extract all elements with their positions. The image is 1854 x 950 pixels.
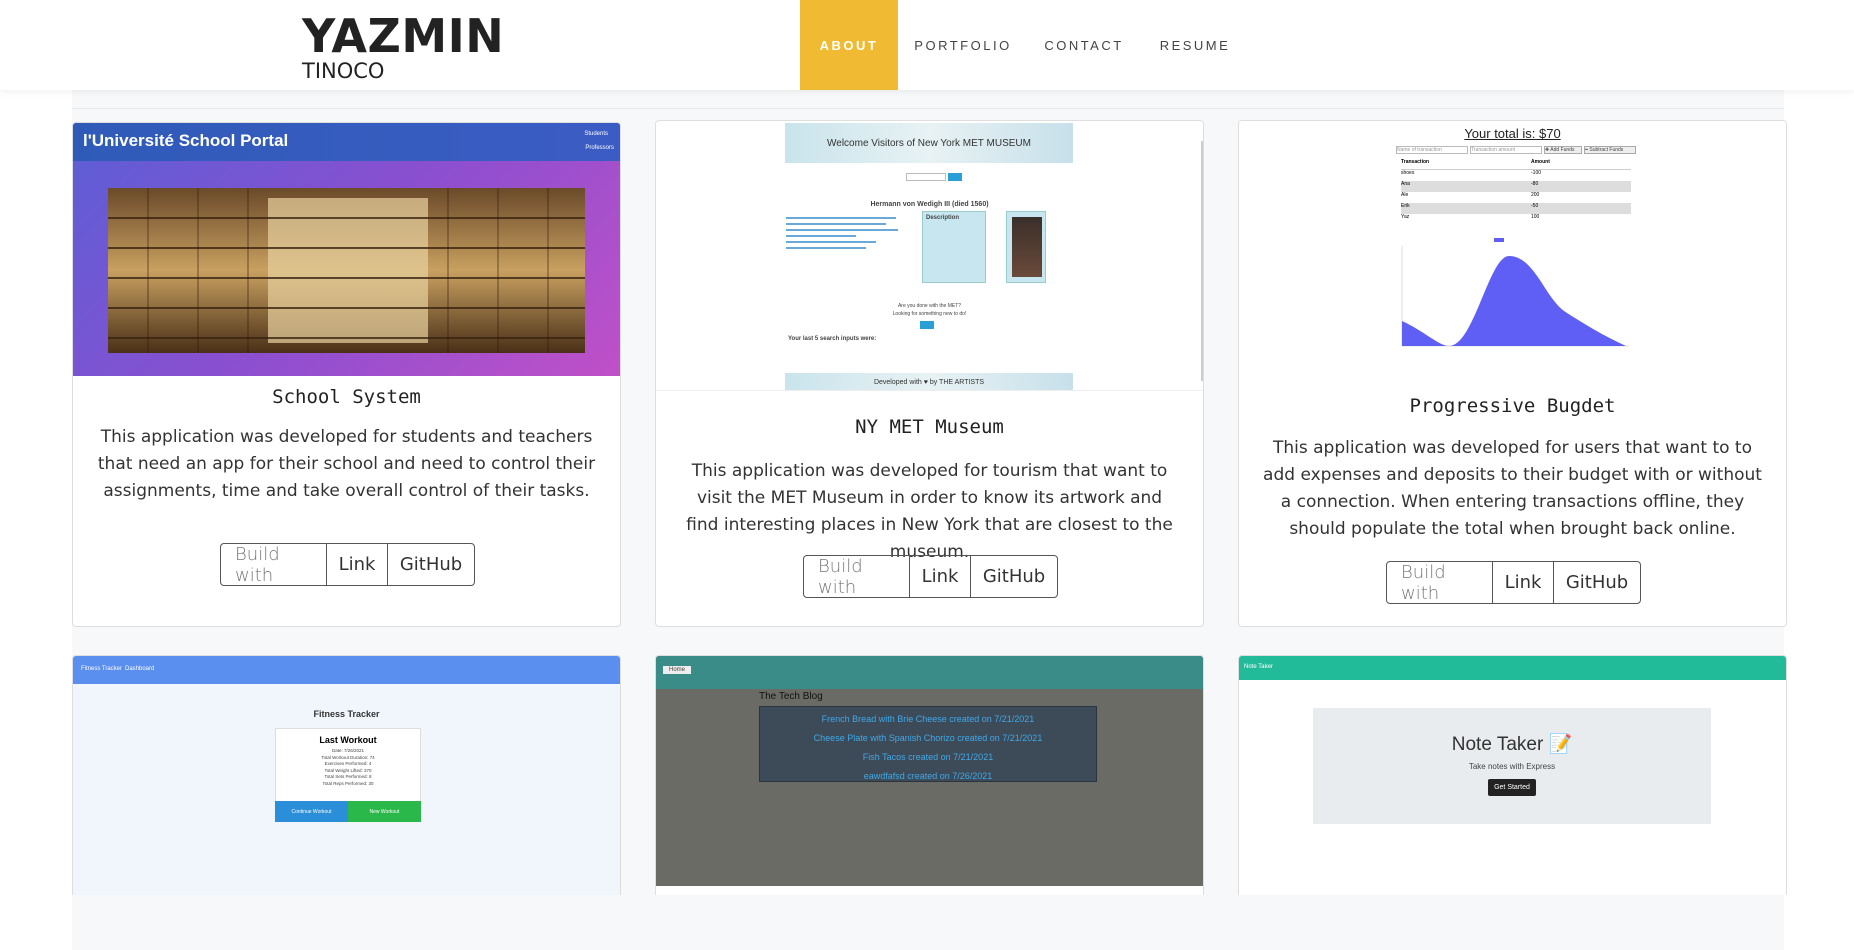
project-screenshot[interactable]: Note Taker Note Taker 📝 Take notes with … xyxy=(1239,656,1786,895)
met-description-box: Description xyxy=(922,211,986,283)
project-screenshot[interactable]: l'Université School Portal Students Prof… xyxy=(73,123,620,376)
brand-logo[interactable]: YAZMIN TINOCO xyxy=(302,12,504,82)
table-row: shoes -100 xyxy=(1401,170,1542,176)
nav-item-portfolio[interactable]: PORTFOLIO xyxy=(898,0,1028,90)
project-card-tech-blog: Home The Tech Blog French Bread with Bri… xyxy=(655,655,1204,895)
table-row: Erik -50 xyxy=(1401,203,1631,214)
project-screenshot[interactable]: Your total is: $70 Name of transaction T… xyxy=(1239,121,1786,356)
blog-post: French Bread with Brie Cheese created on… xyxy=(821,714,1035,724)
note-subtitle: Take notes with Express xyxy=(1468,762,1556,771)
nav-item-contact[interactable]: CONTACT xyxy=(1028,0,1140,90)
blog-home-link: Home xyxy=(663,666,692,674)
budget-name-input: Name of transaction xyxy=(1396,146,1468,154)
budget-table: Transaction Amount shoes -100 Ana -80 Ale 2… xyxy=(1401,159,1631,225)
project-description: This application was developed for stude… xyxy=(97,427,596,501)
project-card-met-museum: Welcome Visitors of New York MET MUSEUM … xyxy=(655,120,1204,627)
blog-post: eawdfafsd created on 7/26/2021 xyxy=(863,771,993,781)
project-title: School System xyxy=(272,386,421,408)
budget-amount-input: Transaction amount xyxy=(1470,146,1542,154)
build-with-button[interactable]: Build with xyxy=(804,556,910,597)
met-link-list xyxy=(786,213,906,273)
met-portrait-frame xyxy=(1006,211,1046,283)
project-button-group: Build with Link GitHub xyxy=(220,543,475,586)
met-banner: Welcome Visitors of New York MET MUSEUM xyxy=(785,123,1073,163)
met-history-label: Your last 5 search inputs were: xyxy=(788,336,877,342)
project-card-note-taker: Note Taker Note Taker 📝 Take notes with … xyxy=(1238,655,1787,895)
link-button[interactable]: Link xyxy=(1493,562,1554,603)
fitness-continue-button: Continue Workout xyxy=(275,801,348,822)
met-scrollbar xyxy=(1201,141,1203,381)
github-button[interactable]: GitHub xyxy=(1554,562,1640,603)
note-jumbotron: Note Taker 📝 Take notes with Express Get… xyxy=(1313,708,1711,824)
met-search-button xyxy=(948,173,962,181)
project-card-school-system: l'Université School Portal Students Prof… xyxy=(72,122,621,627)
note-get-started-button: Get Started xyxy=(1488,779,1536,796)
blog-navbar: Home xyxy=(656,656,1203,689)
project-card-fitness-tracker: Fitness Tracker Dashboard Fitness Tracke… xyxy=(72,655,621,895)
screenshot-header: l'Université School Portal Students Prof… xyxy=(73,123,620,161)
met-portrait xyxy=(1012,217,1042,277)
library-image xyxy=(108,188,585,353)
met-looking-text: Looking for something new to do! xyxy=(892,311,967,317)
project-title: Progressive Bugdet xyxy=(1409,395,1616,417)
link-button[interactable]: Link xyxy=(910,556,971,597)
budget-chart xyxy=(1401,238,1629,347)
build-with-button[interactable]: Build with xyxy=(1387,562,1493,603)
project-screenshot[interactable]: Fitness Tracker Dashboard Fitness Tracke… xyxy=(73,656,620,895)
screenshot-header-title: l'Université School Portal xyxy=(83,131,289,150)
met-artwork-title: Hermann von Wedigh III (died 1560) xyxy=(870,201,989,208)
screenshot-menu-professors: Professors xyxy=(585,145,614,151)
main-nav: ABOUT PORTFOLIO CONTACT RESUME xyxy=(800,0,1250,90)
budget-table-header: Transaction Amount xyxy=(1401,159,1631,170)
nav-item-about[interactable]: ABOUT xyxy=(800,0,898,90)
met-done-text: Are you done with the MET? xyxy=(897,303,962,309)
fitness-new-button: New Workout xyxy=(348,801,421,822)
github-button[interactable]: GitHub xyxy=(388,544,474,585)
project-button-group: Build with Link GitHub xyxy=(1386,561,1641,604)
project-screenshot[interactable]: Welcome Visitors of New York MET MUSEUM … xyxy=(656,121,1203,391)
nav-item-resume[interactable]: RESUME xyxy=(1140,0,1250,90)
table-row: Ale 200 xyxy=(1401,192,1540,198)
brand-last-name: TINOCO xyxy=(302,59,385,83)
table-row: Ana -80 xyxy=(1401,181,1631,192)
divider xyxy=(72,108,1784,109)
budget-subtract-button: ━ Subtract Funds xyxy=(1584,146,1636,154)
budget-total: Your total is: $70 xyxy=(1464,126,1561,141)
blog-post: Fish Tacos created on 7/21/2021 xyxy=(862,752,994,762)
fitness-title: Fitness Tracker xyxy=(313,709,380,719)
project-title: NY MET Museum xyxy=(855,416,1004,438)
project-description: This application was developed for touri… xyxy=(686,461,1173,562)
budget-add-button: ✚ Add Funds xyxy=(1544,146,1582,154)
note-title: Note Taker 📝 xyxy=(1451,734,1573,755)
blog-post: Cheese Plate with Spanish Chorizo create… xyxy=(813,733,1043,743)
brand-first-name: YAZMIN xyxy=(302,9,505,63)
blog-title: The Tech Blog xyxy=(759,691,823,702)
met-go-button xyxy=(920,321,934,329)
project-card-budget: Your total is: $70 Name of transaction T… xyxy=(1238,120,1787,627)
table-row: Yaz 100 xyxy=(1401,214,1540,220)
navbar: YAZMIN TINOCO ABOUT PORTFOLIO CONTACT RE… xyxy=(0,0,1854,90)
fitness-navbar: Fitness Tracker Dashboard xyxy=(73,656,620,684)
note-navbar: Note Taker xyxy=(1239,656,1786,680)
project-screenshot[interactable]: Home The Tech Blog French Bread with Bri… xyxy=(656,656,1203,886)
github-button[interactable]: GitHub xyxy=(971,556,1057,597)
link-button[interactable]: Link xyxy=(327,544,388,585)
build-with-button[interactable]: Build with xyxy=(221,544,327,585)
project-button-group: Build with Link GitHub xyxy=(803,555,1058,598)
met-footer: Developed with ♥ by THE ARTISTS xyxy=(785,373,1073,390)
screenshot-menu-students: Students xyxy=(584,131,608,137)
project-description: This application was developed for users… xyxy=(1263,438,1762,539)
met-search-input xyxy=(906,173,946,181)
blog-post-list: French Bread with Brie Cheese created on… xyxy=(759,706,1097,782)
